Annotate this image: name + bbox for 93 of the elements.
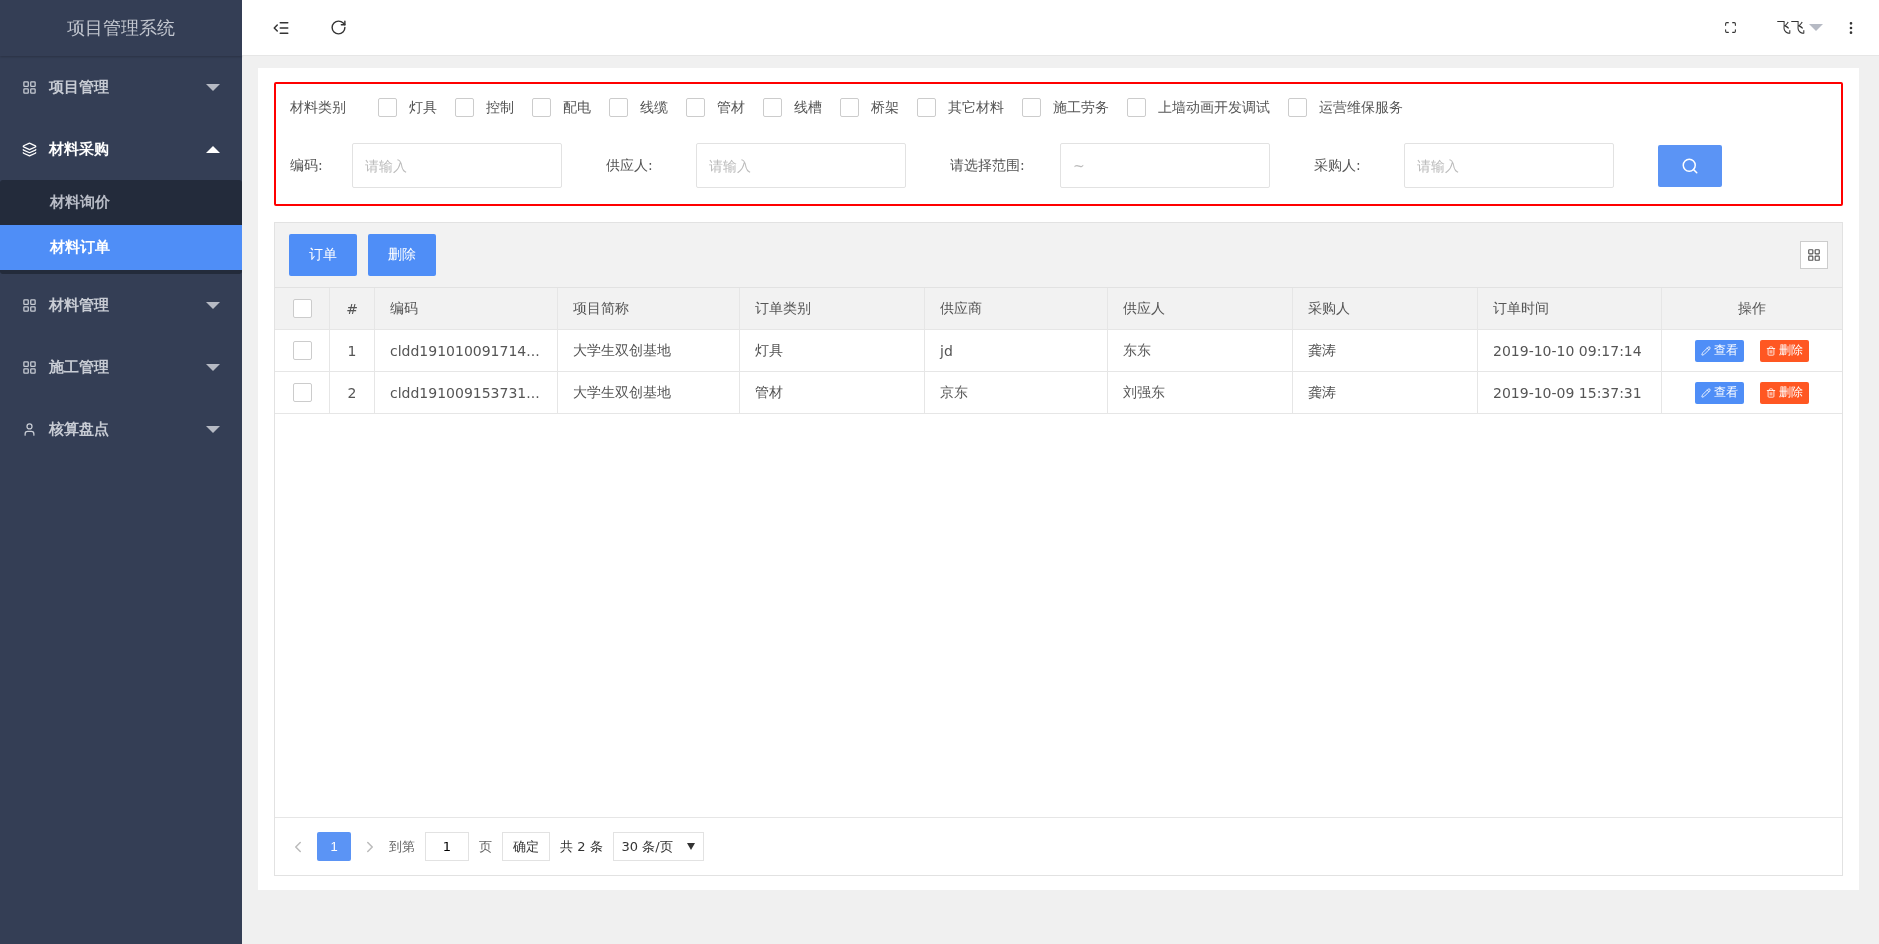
checkbox[interactable] bbox=[1288, 98, 1307, 117]
table-cell: 龚涛 bbox=[1293, 372, 1478, 413]
menu-label: 核算盘点 bbox=[49, 419, 110, 439]
page-input[interactable]: 1 bbox=[425, 832, 469, 861]
checkbox[interactable] bbox=[292, 299, 312, 318]
page-size-select[interactable]: 30 条/页 bbox=[612, 832, 704, 861]
table-cell: 京东 bbox=[925, 372, 1108, 413]
search-icon bbox=[1681, 156, 1699, 175]
checkbox[interactable] bbox=[686, 98, 705, 117]
checkbox[interactable] bbox=[292, 341, 312, 360]
column-header: 采购人 bbox=[1293, 288, 1478, 329]
field-label: 采购人: bbox=[1314, 156, 1362, 175]
pencil-icon bbox=[1701, 345, 1711, 356]
grid-icon bbox=[22, 359, 37, 375]
user-menu[interactable]: 飞飞 bbox=[1777, 18, 1823, 37]
column-header: 供应人 bbox=[1108, 288, 1293, 329]
checkbox[interactable] bbox=[292, 383, 312, 402]
checkbox[interactable] bbox=[609, 98, 628, 117]
pencil-icon bbox=[1701, 387, 1711, 398]
total-count: 共 2 条 bbox=[560, 837, 603, 856]
checkbox-label: 管材 bbox=[717, 98, 745, 117]
input-field[interactable]: 请输入 bbox=[1404, 143, 1614, 188]
table-cell: cldd191009153731... bbox=[375, 372, 558, 413]
checkbox-label: 灯具 bbox=[409, 98, 437, 117]
table-cell: jd bbox=[925, 330, 1108, 371]
menu-item[interactable]: 施工管理 bbox=[0, 336, 242, 398]
confirm-button[interactable]: 确定 bbox=[502, 832, 550, 861]
table-cell: 大学生双创基地 bbox=[558, 330, 740, 371]
column-header: 订单类别 bbox=[740, 288, 925, 329]
checkbox[interactable] bbox=[532, 98, 551, 117]
table-cell: 东东 bbox=[1108, 330, 1293, 371]
field-label: 编码: bbox=[290, 156, 324, 175]
checkbox[interactable] bbox=[1127, 98, 1146, 117]
checkbox-label: 运营维保服务 bbox=[1319, 98, 1403, 117]
table-cell: 管材 bbox=[740, 372, 925, 413]
menu-item[interactable]: 核算盘点 bbox=[0, 398, 242, 460]
field-label: 供应人: bbox=[606, 156, 654, 175]
column-header: 编码 bbox=[375, 288, 558, 329]
trash-icon bbox=[1766, 387, 1776, 398]
grid-icon bbox=[22, 79, 37, 95]
checkbox-label: 线缆 bbox=[640, 98, 668, 117]
checkbox-label: 线槽 bbox=[794, 98, 822, 117]
columns-button[interactable] bbox=[1800, 241, 1828, 269]
submenu-item[interactable]: 材料询价 bbox=[0, 180, 242, 225]
checkbox[interactable] bbox=[763, 98, 782, 117]
checkbox-label: 桥架 bbox=[871, 98, 899, 117]
table-cell: 2019-10-09 15:37:31 bbox=[1478, 372, 1662, 413]
grid-icon bbox=[22, 297, 37, 313]
menu-label: 施工管理 bbox=[49, 357, 110, 377]
checkbox[interactable] bbox=[840, 98, 859, 117]
checkbox-label: 施工劳务 bbox=[1053, 98, 1109, 117]
checkbox-label: 配电 bbox=[563, 98, 591, 117]
layers-icon bbox=[22, 141, 37, 157]
input-field[interactable]: 请输入 bbox=[352, 143, 562, 188]
checkbox-label: 控制 bbox=[486, 98, 514, 117]
column-header: # bbox=[330, 288, 375, 329]
checkbox[interactable] bbox=[1022, 98, 1041, 117]
checkbox[interactable] bbox=[455, 98, 474, 117]
column-header: 订单时间 bbox=[1478, 288, 1662, 329]
column-header: 供应商 bbox=[925, 288, 1108, 329]
user-icon bbox=[22, 421, 37, 437]
table-cell: 灯具 bbox=[740, 330, 925, 371]
menu-label: 材料采购 bbox=[49, 139, 110, 159]
input-field[interactable]: ~ bbox=[1060, 143, 1270, 188]
menu-label: 项目管理 bbox=[49, 77, 110, 97]
app-title: 项目管理系统 bbox=[0, 0, 242, 56]
page-unit: 页 bbox=[479, 837, 492, 856]
table-cell: 2 bbox=[330, 372, 375, 413]
table-cell: 龚涛 bbox=[1293, 330, 1478, 371]
menu-item[interactable]: 材料管理 bbox=[0, 274, 242, 336]
checkbox-label: 其它材料 bbox=[948, 98, 1004, 117]
field-label: 请选择范围: bbox=[950, 156, 1026, 175]
category-label: 材料类别 bbox=[290, 98, 346, 117]
column-header: 项目简称 bbox=[558, 288, 740, 329]
checkbox[interactable] bbox=[378, 98, 397, 117]
checkbox[interactable] bbox=[917, 98, 936, 117]
table-cell: 大学生双创基地 bbox=[558, 372, 740, 413]
refresh-icon[interactable] bbox=[330, 19, 347, 36]
column-header: 操作 bbox=[1737, 298, 1767, 318]
fullscreen-icon[interactable] bbox=[1724, 21, 1737, 34]
table-cell: 1 bbox=[330, 330, 375, 371]
checkbox-label: 上墙动画开发调试 bbox=[1158, 98, 1270, 117]
table-cell: cldd191010091714... bbox=[375, 330, 558, 371]
menu-item[interactable]: 材料采购 bbox=[0, 118, 242, 180]
goto-label: 到第 bbox=[389, 837, 415, 856]
grid-icon bbox=[1807, 248, 1821, 262]
menu-label: 材料管理 bbox=[49, 295, 110, 315]
input-field[interactable]: 请输入 bbox=[696, 143, 906, 188]
menu-item[interactable]: 项目管理 bbox=[0, 56, 242, 118]
table-cell: 刘强东 bbox=[1108, 372, 1293, 413]
search-button[interactable] bbox=[1658, 144, 1722, 187]
trash-icon bbox=[1766, 345, 1776, 356]
table-cell: 2019-10-10 09:17:14 bbox=[1478, 330, 1662, 371]
